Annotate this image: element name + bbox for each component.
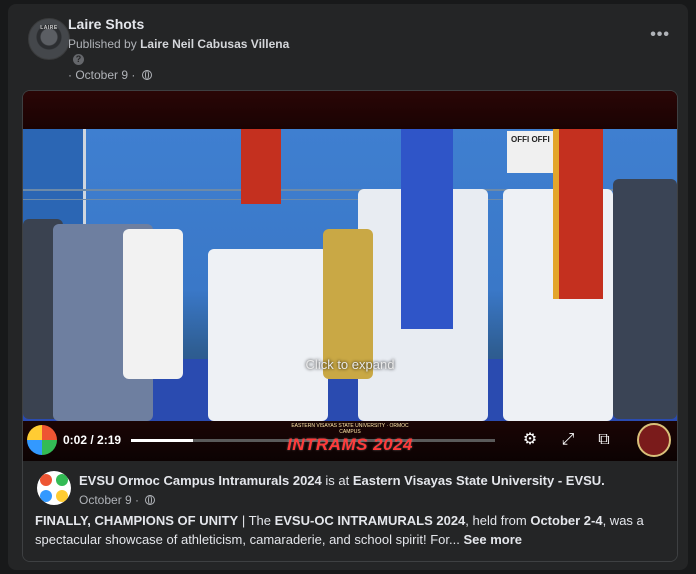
progress-fill [131, 439, 193, 442]
shared-info: EVSU Ormoc Campus Intramurals 2024 is at… [23, 461, 677, 561]
spectator [613, 179, 677, 419]
desc-dates: October 2-4 [530, 513, 603, 528]
video-frame[interactable]: OFFI OFFI Click to expand [23, 129, 677, 421]
published-by: Published by Laire Neil Cabusas Villena [68, 37, 289, 51]
is-at-text: is at [321, 473, 353, 488]
video-top-band [23, 91, 677, 129]
video-controls: 0:02 / 2:19 EASTERN VISAYAS STATE UNIVER… [23, 421, 677, 461]
desc-text: , held from [465, 513, 531, 528]
desc-separator: | [238, 513, 249, 528]
video-player[interactable]: OFFI OFFI Click to expand 0:02 / 2:19 EA… [23, 91, 677, 461]
red-flag [553, 129, 603, 299]
avatar-label: LAIRE [40, 25, 58, 31]
post-date[interactable]: · October 9 · [68, 68, 152, 82]
expand-icon[interactable]: ⤢ [557, 429, 579, 451]
post-description: FINALLY, CHAMPIONS OF UNITY | The EVSU-O… [35, 511, 667, 549]
university-seal [637, 423, 671, 457]
more-options-icon[interactable]: ••• [650, 26, 670, 44]
intramurals-logo [27, 425, 57, 455]
page-name[interactable]: Laire Shots [68, 16, 144, 32]
sign: OFFI OFFI [507, 131, 557, 173]
globe-icon [141, 70, 152, 80]
desc-headline: FINALLY, CHAMPIONS OF UNITY [35, 513, 239, 528]
desc-text: The [248, 513, 275, 528]
video-time: 0:02 / 2:19 [63, 433, 122, 447]
location-name[interactable]: Eastern Visayas State University - EVSU. [353, 473, 605, 488]
checkin-line: EVSU Ormoc Campus Intramurals 2024 is at… [79, 473, 605, 488]
desc-event: EVSU-OC INTRAMURALS 2024 [274, 513, 466, 528]
banner-subtitle: EASTERN VISAYAS STATE UNIVERSITY · ORMOC… [291, 423, 409, 435]
shared-date[interactable]: October 9 · [79, 493, 156, 507]
globe-icon [145, 495, 156, 505]
org-avatar[interactable] [37, 471, 71, 505]
blue-flag [401, 129, 453, 329]
shared-date-text[interactable]: October 9 · [79, 493, 139, 507]
miniplayer-icon[interactable]: ⧉ [593, 429, 615, 451]
marcher-white [208, 249, 328, 421]
see-more-link[interactable]: See more [463, 532, 522, 547]
gear-icon[interactable]: ⚙ [519, 429, 541, 451]
post-date-text[interactable]: · October 9 · [68, 68, 135, 82]
post-card: LAIRE Laire Shots Published by Laire Nei… [8, 4, 688, 570]
red-flag [241, 129, 281, 204]
org-name[interactable]: EVSU Ormoc Campus Intramurals 2024 [79, 473, 322, 488]
help-icon[interactable]: ? [73, 54, 84, 65]
banner-title: INTRAMS 2024 [287, 435, 413, 454]
intrams-banner: EASTERN VISAYAS STATE UNIVERSITY · ORMOC… [281, 423, 419, 457]
shared-post: OFFI OFFI Click to expand 0:02 / 2:19 EA… [22, 90, 678, 562]
page-avatar[interactable]: LAIRE [28, 18, 70, 60]
click-to-expand[interactable]: Click to expand [23, 357, 677, 372]
published-prefix: Published by [68, 37, 137, 51]
publisher-name[interactable]: Laire Neil Cabusas Villena [140, 37, 289, 51]
